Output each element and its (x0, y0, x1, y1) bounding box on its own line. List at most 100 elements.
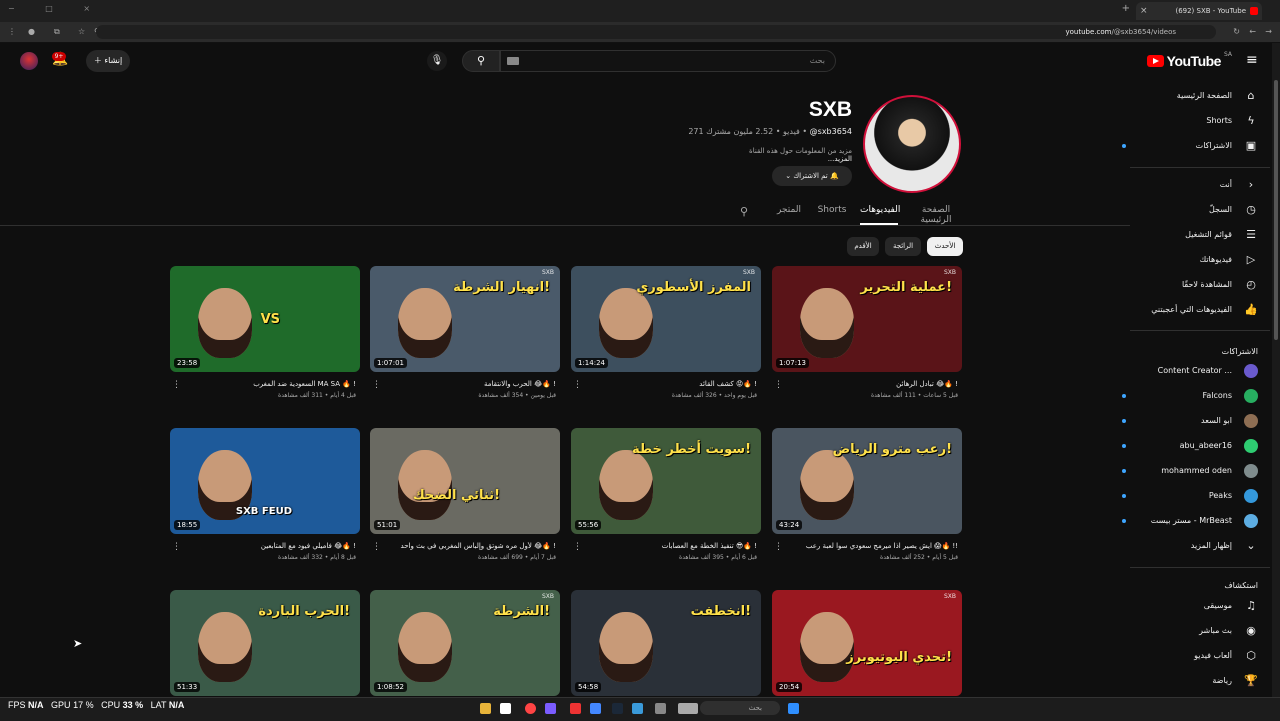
chip-latest[interactable]: الأحدث (927, 237, 963, 256)
more-options-icon[interactable]: ⋮ (774, 542, 783, 552)
video-thumbnail[interactable]: SXB الشرطة! 1:08:52 (370, 590, 560, 696)
video-thumbnail[interactable]: SXB عملية التحرير! 1:07:13 (772, 266, 962, 372)
bookmark-star-icon[interactable]: ☆ (78, 27, 85, 36)
more-options-icon[interactable]: ⋮ (172, 542, 181, 552)
reload-icon[interactable]: ↻ (1233, 27, 1240, 36)
video-card[interactable]: SXB انهيار الشرطة! 1:07:01 الحرب والانتق… (370, 266, 560, 399)
chip-popular[interactable]: الرائجة (885, 237, 921, 256)
sidebar-channel-item[interactable]: ابو السعد (1118, 412, 1258, 430)
file-explorer-icon[interactable] (480, 703, 491, 714)
extensions-icon[interactable]: ● (28, 27, 35, 36)
more-options-icon[interactable]: ⋮ (573, 380, 582, 390)
video-title[interactable]: فاميلي فيود مع المتابعين 😂🔥 ! (170, 542, 360, 550)
app-icon[interactable] (590, 703, 601, 714)
menu-icon[interactable]: ≡ (1246, 53, 1258, 67)
video-thumbnail[interactable]: انخطفت! 54:58 (571, 590, 761, 696)
app-icon[interactable] (678, 703, 698, 714)
video-card[interactable]: سويت أخطر خطة! 55:56 تنفيذ الخطة مع العص… (571, 428, 761, 561)
sidebar-you-heading[interactable]: › أنت (1118, 176, 1258, 194)
steam-icon[interactable] (612, 703, 623, 714)
video-card[interactable]: انخطفت! 54:58 (571, 590, 761, 696)
sidebar-item-sports[interactable]: 🏆 رياضة (1118, 672, 1258, 690)
video-card[interactable]: الحرب الباردة! 51:33 (170, 590, 360, 696)
sidebar-channel-item[interactable]: مستر بيست - MrBeast (1118, 512, 1258, 530)
sidebar-item-shorts[interactable]: ϟ Shorts (1118, 112, 1258, 130)
youtube-logo[interactable]: YouTube SA (1146, 51, 1232, 69)
sidebar-channel-item[interactable]: mohammed oden (1118, 462, 1258, 480)
forward-icon[interactable]: ← (1249, 27, 1256, 36)
close-tab-icon[interactable]: × (1140, 2, 1148, 20)
channel-search-icon[interactable]: ⚲ (736, 205, 752, 225)
browser-tab[interactable]: × (692) SXB - YouTube (1136, 2, 1262, 20)
video-thumbnail[interactable]: سويت أخطر خطة! 55:56 (571, 428, 761, 534)
share-icon[interactable]: ⧉ (54, 27, 60, 37)
subscribed-button[interactable]: ⌄ تم الاشتراك 🔔 (772, 166, 852, 186)
sidebar-item-your-videos[interactable]: ▷ فيديوهاتك (1118, 251, 1258, 269)
sidebar-item-playlists[interactable]: ☰ قوائم التشغيل (1118, 226, 1258, 244)
video-thumbnail[interactable]: SXB تحدي اليوتيوبرز! 20:54 (772, 590, 962, 696)
sidebar-channel-item[interactable]: abu_abeer16 (1118, 437, 1258, 455)
app-icon[interactable] (570, 703, 581, 714)
tab-store[interactable]: المتجر (774, 205, 804, 225)
windows-start-icon[interactable] (788, 703, 799, 714)
sidebar-item-watch-later[interactable]: ◴ المشاهدة لاحقًا (1118, 276, 1258, 294)
sidebar-item-history[interactable]: ◷ السجلّ (1118, 201, 1258, 219)
video-title[interactable]: الحرب والانتقامة 😂🔥 ! (370, 380, 560, 388)
back-icon[interactable]: → (1265, 27, 1272, 36)
discord-icon[interactable] (545, 703, 556, 714)
sidebar-item-subscriptions[interactable]: ▣ الاشتراكات (1118, 137, 1258, 155)
sidebar-channel-item[interactable]: Content Creator ... (1118, 362, 1258, 380)
create-button[interactable]: ＋ إنشاء (86, 50, 130, 72)
sidebar-item-music[interactable]: ♫ موسيقى (1118, 597, 1258, 615)
channel-avatar[interactable] (863, 95, 961, 193)
more-link[interactable]: ...المزيد (828, 155, 852, 163)
more-options-icon[interactable]: ⋮ (774, 380, 783, 390)
video-card[interactable]: SXB الشرطة! 1:08:52 (370, 590, 560, 696)
video-title[interactable]: تنفيذ الخطة مع العصابات 😎🔥 ! (571, 542, 761, 550)
app-icon[interactable] (500, 703, 511, 714)
video-thumbnail[interactable]: SXB المفرز الأسطوري 1:14:24 (571, 266, 761, 372)
keyboard-icon[interactable] (507, 57, 519, 65)
search-button[interactable]: ⚲ (462, 50, 500, 72)
tab-shorts[interactable]: Shorts (814, 205, 850, 225)
video-title[interactable]: السعودية ضد المغرب MA SA 🔥 ! (170, 380, 360, 388)
video-thumbnail[interactable]: SXB انهيار الشرطة! 1:07:01 (370, 266, 560, 372)
channel-description[interactable]: مزيد من المعلومات حول هذه القناة ...المز… (600, 147, 852, 163)
more-options-icon[interactable]: ⋮ (172, 380, 181, 390)
more-options-icon[interactable]: ⋮ (573, 542, 582, 552)
app-icon[interactable] (655, 703, 666, 714)
video-card[interactable]: SXB FEUD 18:55 فاميلي فيود مع المتابعين … (170, 428, 360, 561)
video-card[interactable]: رعب مترو الرياض! 43:24 ايش يصير اذا ميرم… (772, 428, 962, 561)
search-input[interactable]: بحث (500, 50, 836, 72)
more-options-icon[interactable]: ⋮ (372, 380, 381, 390)
video-title[interactable]: كشف القائد 😡🔥 ! (571, 380, 761, 388)
chrome-icon[interactable] (525, 703, 536, 714)
video-thumbnail[interactable]: VS 23:58 (170, 266, 360, 372)
window-controls[interactable]: − □ × (8, 4, 104, 13)
app-icon[interactable] (632, 703, 643, 714)
video-card[interactable]: SXB المفرز الأسطوري 1:14:24 كشف القائد 😡… (571, 266, 761, 399)
sidebar-channel-item[interactable]: Peaks (1118, 487, 1258, 505)
voice-search-button[interactable]: 🎙 (427, 51, 447, 71)
tab-home[interactable]: الصفحة الرئيسية (908, 205, 964, 225)
sidebar-item-home[interactable]: ⌂ الصفحة الرئيسية (1118, 87, 1258, 105)
video-title[interactable]: لأول مره شوتق وإلباس المغربي في بث واحد … (370, 542, 560, 550)
sidebar-item-gaming[interactable]: ⬡ ألعاب فيديو (1118, 647, 1258, 665)
video-thumbnail[interactable]: SXB FEUD 18:55 (170, 428, 360, 534)
url-field[interactable]: youtube.com/@sxb3654/videos (96, 25, 1216, 39)
video-thumbnail[interactable]: رعب مترو الرياض! 43:24 (772, 428, 962, 534)
video-card[interactable]: ثنائي الضحك! 51:01 لأول مره شوتق وإلباس … (370, 428, 560, 561)
video-card[interactable]: VS 23:58 السعودية ضد المغرب MA SA 🔥 ! قب… (170, 266, 360, 399)
chip-oldest[interactable]: الأقدم (847, 237, 879, 256)
video-card[interactable]: SXB عملية التحرير! 1:07:13 تبادل الرهائن… (772, 266, 962, 399)
more-options-icon[interactable]: ⋮ (372, 542, 381, 552)
sidebar-show-more[interactable]: ⌄ إظهار المزيد (1118, 537, 1258, 555)
taskbar-search[interactable]: بحث (700, 701, 780, 715)
tab-videos[interactable]: الفيديوهات (860, 205, 900, 225)
video-thumbnail[interactable]: الحرب الباردة! 51:33 (170, 590, 360, 696)
video-title[interactable]: تبادل الرهائن 😂🔥 ! (772, 380, 962, 388)
video-title[interactable]: ايش يصير اذا ميرمج سعودي سوا لعبة رعب 😱🔥… (772, 542, 962, 550)
sidebar-item-live[interactable]: ◉ بث مباشر (1118, 622, 1258, 640)
video-thumbnail[interactable]: ثنائي الضحك! 51:01 (370, 428, 560, 534)
new-tab-button[interactable]: + (1122, 3, 1130, 14)
